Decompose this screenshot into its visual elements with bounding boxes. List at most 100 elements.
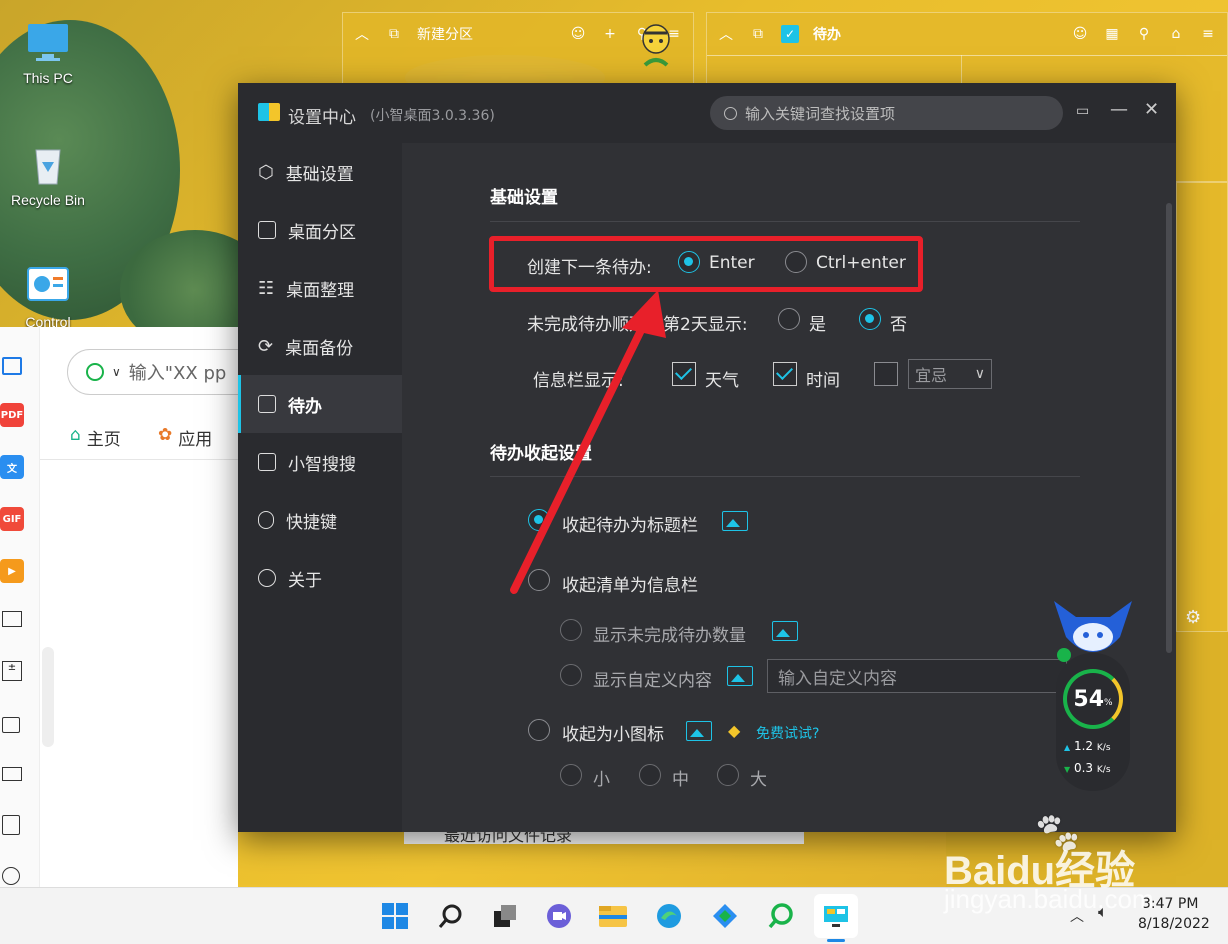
section-divider xyxy=(490,221,1080,222)
desktop-icon-control[interactable]: Control xyxy=(0,262,96,330)
partition-widget[interactable]: ︿ ⧉ 新建分区 ☺ + ⚲ ≡ xyxy=(342,12,694,92)
size-small-radio[interactable] xyxy=(560,764,582,786)
window-icon[interactable]: ⧉ xyxy=(385,25,403,43)
desktop-icon-label: This PC xyxy=(23,70,73,86)
screenshot-icon[interactable] xyxy=(2,357,22,375)
sidebar-item-basic[interactable]: ⬡ 基础设置 xyxy=(238,143,402,201)
sidebar-item-partition[interactable]: 桌面分区 xyxy=(238,201,402,259)
size-medium-radio[interactable] xyxy=(639,764,661,786)
size-large-label[interactable]: 大 xyxy=(750,765,767,790)
gif-icon[interactable]: GIF xyxy=(0,507,24,531)
collapse-small-icon-radio[interactable] xyxy=(528,719,550,741)
close-icon[interactable]: ✕ xyxy=(1144,99,1159,120)
plus-icon[interactable]: + xyxy=(601,25,619,43)
system-monitor[interactable]: 54 % ▲ 1.2 K/s ▼ 0.3 K/s xyxy=(1054,601,1132,791)
free-trial-link[interactable]: 免费试试? xyxy=(756,723,819,743)
upload-speed: ▲ 1.2 K/s xyxy=(1064,739,1111,753)
sidebar-item-organize[interactable]: ☷ 桌面整理 xyxy=(238,259,402,317)
edge-browser-icon[interactable] xyxy=(654,901,684,931)
calendar-icon[interactable]: ▦ xyxy=(1103,25,1121,43)
desktop-icon-recycle-bin[interactable]: Recycle Bin xyxy=(0,140,96,208)
app-butterfly-icon[interactable] xyxy=(710,901,740,931)
shirt-icon[interactable]: ⌂ xyxy=(1167,25,1185,43)
sidebar-item-about[interactable]: 关于 xyxy=(238,549,402,607)
image-preview-icon[interactable] xyxy=(772,621,798,641)
time-label[interactable]: 时间 xyxy=(806,366,840,391)
show-count-label[interactable]: 显示未完成待办数量 xyxy=(593,621,746,646)
settings-title: 设置中心 xyxy=(288,108,356,128)
pdf-icon[interactable]: PDF xyxy=(0,403,24,427)
image-preview-icon[interactable] xyxy=(686,721,712,741)
active-app-indicator xyxy=(827,939,845,942)
baidu-watermark-url: jingyan.baidu.com xyxy=(944,884,1154,914)
search-icon[interactable] xyxy=(436,901,466,931)
translate-icon[interactable]: 文 xyxy=(0,455,24,479)
window-icon[interactable]: ⧉ xyxy=(749,25,767,43)
settings-search[interactable]: 输入关键词查找设置项 xyxy=(710,96,1063,130)
sidebar-item-label: 待办 xyxy=(288,396,322,417)
chevron-down-icon[interactable]: ∨ xyxy=(112,365,121,379)
time-checkbox[interactable] xyxy=(773,362,797,386)
image-preview-icon[interactable] xyxy=(727,666,753,686)
almanac-select[interactable]: 宜忌 ∨ xyxy=(908,359,992,389)
chat-icon[interactable] xyxy=(544,901,574,931)
recycle-bin-icon xyxy=(24,140,72,188)
windows-start-icon[interactable] xyxy=(380,901,410,931)
chevron-up-icon[interactable]: ︿ xyxy=(353,25,371,43)
show-custom-radio[interactable] xyxy=(560,664,582,686)
feedback-icon[interactable]: ▭ xyxy=(1076,103,1089,119)
tab-home[interactable]: ⌂ 主页 xyxy=(70,425,121,450)
video-icon[interactable]: ▶ xyxy=(0,559,24,583)
search-bar[interactable]: ∨ 输入"XX pp xyxy=(67,349,267,395)
filter-icon[interactable]: ⚙ xyxy=(1185,607,1201,628)
sidebar-item-label: 关于 xyxy=(288,570,322,591)
settings-sidebar: ⬡ 基础设置 桌面分区 ☷ 桌面整理 ⟳ 桌面备份 待办 小智搜搜 快捷键 关于 xyxy=(238,143,402,832)
green-search-icon[interactable] xyxy=(766,901,796,931)
computer-icon[interactable] xyxy=(2,611,22,627)
desktop-icon-this-pc[interactable]: This PC xyxy=(0,18,96,86)
unfinished-yes-radio[interactable] xyxy=(778,308,800,330)
sidebar-item-label: 桌面备份 xyxy=(285,338,354,359)
almanac-checkbox[interactable] xyxy=(874,362,898,386)
collapse-small-icon-label[interactable]: 收起为小图标 xyxy=(562,720,664,745)
task-view-icon[interactable] xyxy=(490,901,520,931)
download-speed: ▼ 0.3 K/s xyxy=(1064,761,1111,775)
unfinished-no-label[interactable]: 否 xyxy=(890,310,907,335)
calculator-icon[interactable]: ± xyxy=(2,661,22,681)
chevron-up-icon[interactable]: ︿ xyxy=(717,25,735,43)
sidebar-item-shortcuts[interactable]: 快捷键 xyxy=(238,491,402,549)
file-explorer-icon[interactable] xyxy=(598,901,628,931)
sidebar-item-todo[interactable]: 待办 xyxy=(238,375,402,433)
show-custom-label[interactable]: 显示自定义内容 xyxy=(593,666,712,691)
size-large-radio[interactable] xyxy=(717,764,739,786)
minimize-icon[interactable]: — xyxy=(1110,99,1128,120)
user-icon[interactable]: ☺ xyxy=(1071,25,1089,43)
image-preview-icon[interactable] xyxy=(722,511,748,531)
rail-collapse-handle[interactable] xyxy=(42,647,54,747)
lock-icon[interactable] xyxy=(2,717,20,733)
sidebar-item-search[interactable]: 小智搜搜 xyxy=(238,433,402,491)
settings-scrollbar[interactable] xyxy=(1166,203,1172,653)
clock-date[interactable]: 8/18/2022 xyxy=(1138,916,1210,932)
search-input[interactable]: 输入"XX pp xyxy=(129,359,227,385)
unfinished-no-radio[interactable] xyxy=(859,308,881,330)
weather-label[interactable]: 天气 xyxy=(705,366,739,391)
tab-apps[interactable]: ✿ 应用 xyxy=(158,425,212,450)
settings-search-input[interactable]: 输入关键词查找设置项 xyxy=(745,103,895,124)
sidebar-item-label: 快捷键 xyxy=(286,512,337,533)
size-medium-label[interactable]: 中 xyxy=(672,765,689,790)
size-small-label[interactable]: 小 xyxy=(593,765,610,790)
sidebar-item-backup[interactable]: ⟳ 桌面备份 xyxy=(238,317,402,375)
user-icon[interactable]: ☺ xyxy=(569,25,587,43)
menu-icon[interactable]: ≡ xyxy=(1199,25,1217,43)
window-icon xyxy=(258,453,276,471)
clipboard-icon[interactable] xyxy=(2,815,20,835)
pulse-icon[interactable] xyxy=(2,767,22,781)
search-icon[interactable]: ⚲ xyxy=(1135,25,1153,43)
cpu-gauge: 54 % xyxy=(1063,669,1123,729)
power-icon[interactable] xyxy=(2,867,20,885)
custom-content-input[interactable]: 输入自定义内容 xyxy=(767,659,1067,693)
show-count-radio[interactable] xyxy=(560,619,582,641)
xiaozhi-desktop-icon[interactable] xyxy=(814,894,858,938)
unfinished-yes-label[interactable]: 是 xyxy=(809,310,826,335)
